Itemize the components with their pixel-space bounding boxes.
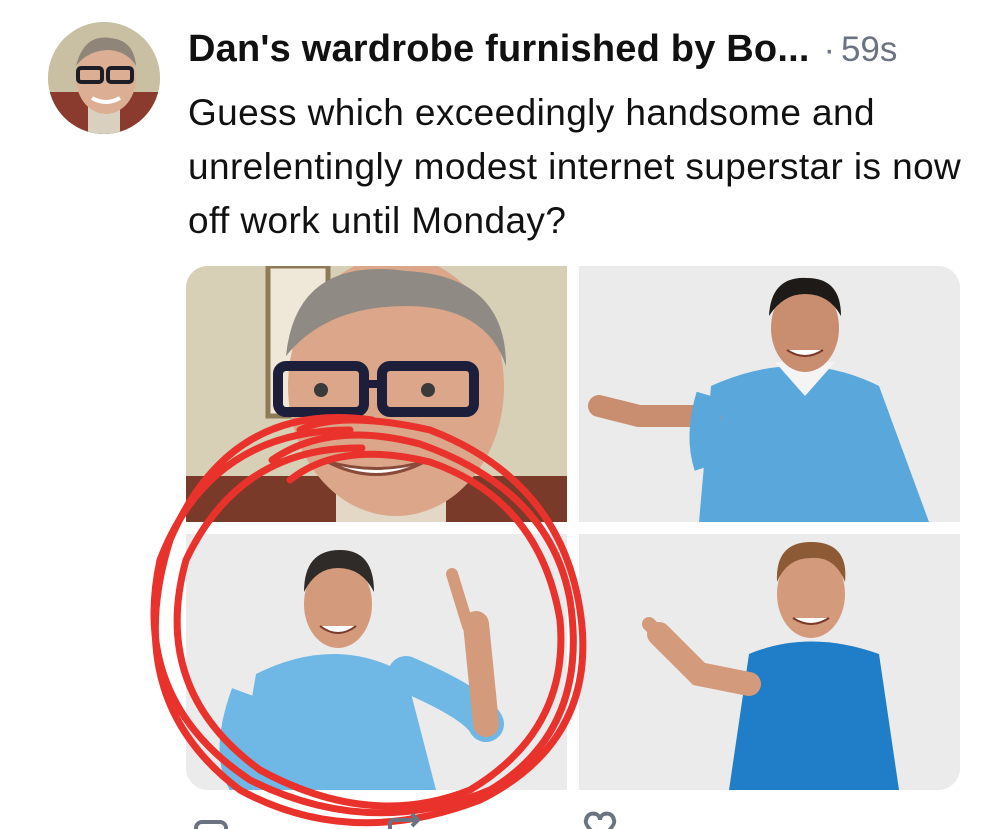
selfie-photo[interactable] [186, 266, 567, 522]
tweet-text: Guess which exceedingly handsome and unr… [188, 92, 962, 241]
repost-icon[interactable] [384, 808, 428, 829]
media-grid [186, 266, 960, 790]
separator-dot: · [823, 31, 835, 69]
like-icon[interactable] [578, 808, 622, 829]
pointing-up-man-shirt-photo[interactable] [186, 534, 567, 790]
pointing-man-tshirt-photo[interactable] [579, 534, 960, 790]
timestamp[interactable]: 59s [841, 30, 897, 70]
author-name[interactable]: Dan's wardrobe furnished by Bo... [188, 28, 810, 71]
reply-icon[interactable] [190, 808, 234, 829]
avatar[interactable] [48, 22, 160, 134]
tweet-header: Dan's wardrobe furnished by Bo... · 59s [188, 28, 897, 71]
tweet[interactable]: Dan's wardrobe furnished by Bo... · 59s … [0, 0, 1000, 829]
tweet-actions [186, 808, 786, 829]
pointing-man-scrubs-photo[interactable] [579, 266, 960, 522]
